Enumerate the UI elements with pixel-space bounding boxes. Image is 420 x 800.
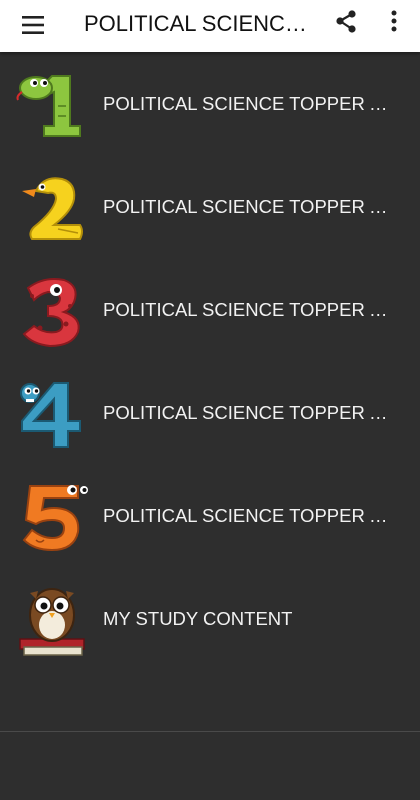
number-3-monster-icon — [14, 272, 90, 350]
list-item-label: POLITICAL SCIENCE TOPPER ANSWER SHEET — [103, 93, 395, 114]
hamburger-menu-icon[interactable] — [20, 12, 46, 38]
list-item-label: POLITICAL SCIENCE TOPPER ANSWER SHEET — [103, 505, 395, 526]
list-item[interactable]: POLITICAL SCIENCE TOPPER ANSWER SHEET — [0, 361, 420, 464]
list-item[interactable]: POLITICAL SCIENCE TOPPER ANSWER SHEET — [0, 155, 420, 258]
list-item-label: MY STUDY CONTENT — [103, 608, 293, 629]
number-1-snake-icon — [14, 66, 90, 144]
list-item[interactable]: MY STUDY CONTENT — [0, 567, 420, 670]
list-item[interactable]: POLITICAL SCIENCE TOPPER ANSWER SHEET — [0, 258, 420, 361]
bottom-bar — [0, 732, 420, 800]
list-item-label: POLITICAL SCIENCE TOPPER ANSWER SHEET — [103, 402, 395, 423]
owl-on-books-icon — [14, 581, 90, 659]
number-5-monster-icon — [14, 478, 90, 556]
list-item[interactable]: POLITICAL SCIENCE TOPPER ANSWER SHEET — [0, 464, 420, 567]
number-2-duck-icon — [14, 169, 90, 247]
app-title: POLITICAL SCIENCE TOPPER ANSWER SHEET — [84, 11, 312, 36]
list-item-label: POLITICAL SCIENCE TOPPER ANSWER SHEET — [103, 196, 395, 217]
content-list: POLITICAL SCIENCE TOPPER ANSWER SHEET PO… — [0, 52, 420, 670]
list-item[interactable]: POLITICAL SCIENCE TOPPER ANSWER SHEET — [0, 52, 420, 155]
number-4-monster-icon — [14, 375, 90, 453]
more-vertical-icon[interactable] — [382, 8, 406, 36]
share-icon[interactable] — [332, 8, 360, 36]
app-bar: POLITICAL SCIENCE TOPPER ANSWER SHEET — [0, 0, 420, 52]
list-item-label: POLITICAL SCIENCE TOPPER ANSWER SHEET — [103, 299, 395, 320]
